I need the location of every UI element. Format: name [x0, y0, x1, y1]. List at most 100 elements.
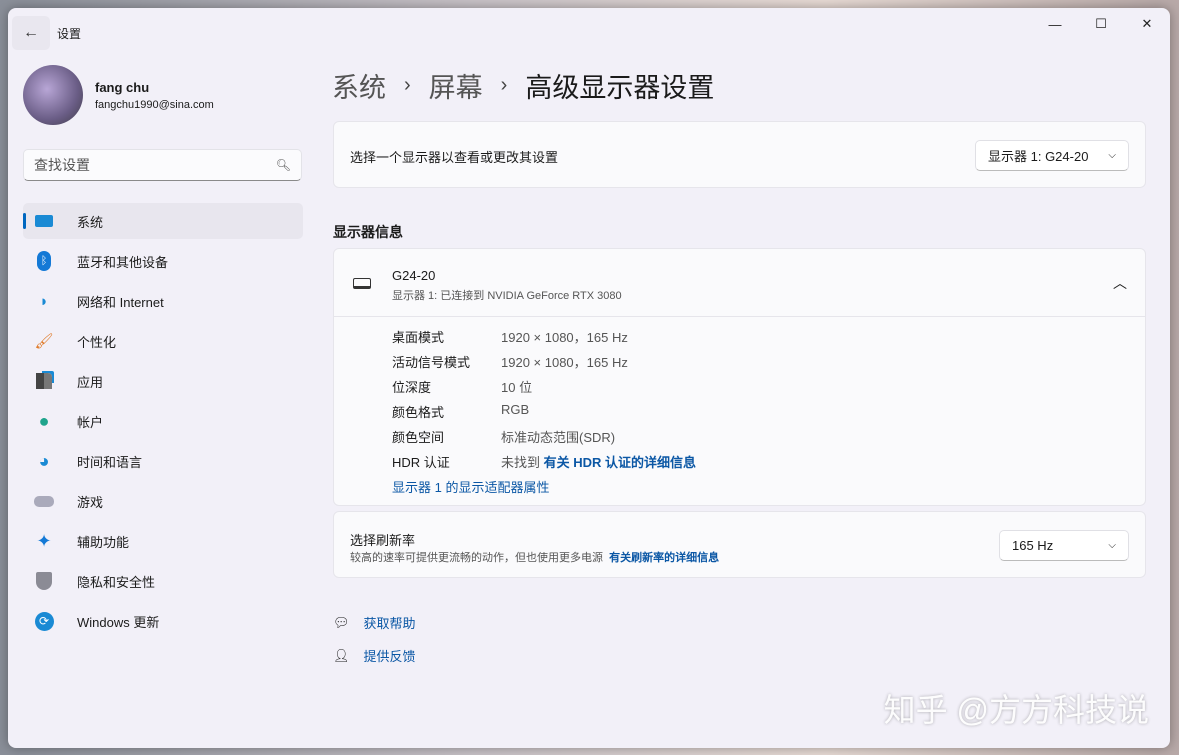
select-display-label: 选择一个显示器以查看或更改其设置	[350, 147, 558, 166]
sidebar-item-time-language[interactable]: ◕ 时间和语言	[23, 443, 303, 479]
chevron-down-icon: ⌵	[1108, 150, 1116, 161]
info-key: 颜色空间	[392, 427, 501, 452]
chevron-right-icon: ›	[501, 74, 508, 97]
info-key: 颜色格式	[392, 402, 501, 427]
globe-clock-icon: ◕	[34, 451, 54, 471]
accessibility-icon: ✦	[34, 531, 54, 551]
minimize-button[interactable]: —	[1032, 8, 1078, 40]
display-name: G24-20	[392, 268, 435, 283]
breadcrumb-display[interactable]: 屏幕	[429, 66, 483, 105]
sidebar-item-label: 帐户	[77, 412, 103, 431]
breadcrumb: 系统 › 屏幕 › 高级显示器设置	[332, 66, 714, 105]
info-value: 标准动态范围(SDR)	[501, 427, 615, 452]
chevron-down-icon: ⌵	[1108, 540, 1116, 551]
display-info-rows: 桌面模式1920 × 1080，165 Hz 活动信号模式1920 × 1080…	[392, 327, 696, 502]
info-row: 颜色空间标准动态范围(SDR)	[392, 427, 696, 452]
sidebar-item-gaming[interactable]: 游戏	[23, 483, 303, 519]
display-info-header[interactable]: G24-20 显示器 1: 已连接到 NVIDIA GeForce RTX 30…	[334, 249, 1145, 317]
get-help-label: 获取帮助	[364, 613, 416, 632]
info-key: 活动信号模式	[392, 352, 501, 377]
search-icon: 🔍︎	[276, 158, 291, 172]
search-input[interactable]: 查找设置 🔍︎	[23, 149, 302, 181]
maximize-button[interactable]: ☐	[1078, 8, 1124, 40]
info-value: RGB	[501, 402, 529, 427]
sidebar-item-label: 辅助功能	[77, 532, 129, 551]
info-value: 1920 × 1080，165 Hz	[501, 352, 628, 377]
sidebar-item-label: 系统	[77, 212, 103, 231]
sidebar-item-network[interactable]: ◗ 网络和 Internet	[23, 283, 303, 319]
avatar[interactable]	[23, 65, 83, 125]
help-icon: 💬︎	[333, 615, 350, 631]
sidebar-item-apps[interactable]: 应用	[23, 363, 303, 399]
sidebar-item-label: 个性化	[77, 332, 116, 351]
display-info-heading: 显示器信息	[333, 222, 403, 242]
info-row: HDR 认证未找到 有关 HDR 认证的详细信息	[392, 452, 696, 477]
close-button[interactable]: ✕	[1124, 8, 1170, 40]
chevron-up-icon: ︿	[1113, 273, 1127, 293]
sidebar-item-accounts[interactable]: ● 帐户	[23, 403, 303, 439]
refresh-rate-value: 165 Hz	[1012, 538, 1053, 553]
user-email: fangchu1990@sina.com	[95, 99, 214, 111]
sidebar-item-label: 游戏	[77, 492, 103, 511]
sidebar-item-label: 蓝牙和其他设备	[77, 252, 168, 271]
laptop-icon	[353, 278, 371, 289]
page-title: 高级显示器设置	[525, 66, 714, 105]
info-key: 位深度	[392, 377, 501, 402]
sidebar-item-label: 时间和语言	[77, 452, 142, 471]
app-title: 设置	[57, 25, 81, 42]
settings-window: ← 设置 — ☐ ✕ fang chu fangchu1990@sina.com…	[8, 8, 1170, 748]
breadcrumb-system[interactable]: 系统	[332, 66, 386, 105]
sidebar-item-accessibility[interactable]: ✦ 辅助功能	[23, 523, 303, 559]
info-key: HDR 认证	[392, 452, 501, 477]
monitor-icon	[34, 211, 54, 231]
person-icon: ●	[34, 411, 54, 431]
sidebar-item-label: 网络和 Internet	[77, 292, 164, 311]
sidebar-item-system[interactable]: 系统	[23, 203, 303, 239]
update-icon: ⟳	[34, 611, 54, 631]
refresh-rate-title: 选择刷新率	[350, 530, 415, 549]
info-value: 未找到	[501, 452, 540, 477]
brush-icon: 🖌︎	[34, 331, 54, 351]
sidebar-item-label: Windows 更新	[77, 612, 159, 631]
user-name: fang chu	[95, 80, 149, 95]
display-subtitle: 显示器 1: 已连接到 NVIDIA GeForce RTX 3080	[392, 287, 622, 303]
display-info-card: G24-20 显示器 1: 已连接到 NVIDIA GeForce RTX 30…	[333, 248, 1146, 506]
select-display-card: 选择一个显示器以查看或更改其设置 显示器 1: G24-20 ⌵	[333, 121, 1146, 188]
sidebar-item-windows-update[interactable]: ⟳ Windows 更新	[23, 603, 303, 639]
arrow-left-icon: ←	[23, 24, 39, 42]
info-row: 位深度10 位	[392, 377, 696, 402]
wifi-icon: ◗	[34, 291, 54, 311]
info-row: 活动信号模式1920 × 1080，165 Hz	[392, 352, 696, 377]
display-select-value: 显示器 1: G24-20	[988, 146, 1088, 165]
info-row: 颜色格式RGB	[392, 402, 696, 427]
adapter-properties-link[interactable]: 显示器 1 的显示适配器属性	[392, 477, 549, 502]
refresh-rate-desc: 较高的速率可提供更流畅的动作，但也使用更多电源	[350, 552, 603, 564]
feedback-icon: 👤︎	[333, 648, 350, 664]
feedback-link[interactable]: 👤︎ 提供反馈	[333, 646, 416, 665]
info-value: 10 位	[501, 377, 532, 402]
apps-icon	[34, 371, 54, 391]
refresh-rate-select[interactable]: 165 Hz ⌵	[999, 530, 1129, 561]
chevron-right-icon: ›	[404, 74, 411, 97]
sidebar-item-bluetooth[interactable]: ᛒ 蓝牙和其他设备	[23, 243, 303, 279]
hdr-details-link[interactable]: 有关 HDR 认证的详细信息	[544, 452, 696, 477]
refresh-rate-details-link[interactable]: 有关刷新率的详细信息	[609, 552, 719, 564]
watermark: 知乎 @方方科技说	[884, 685, 1149, 731]
back-button[interactable]: ←	[12, 16, 50, 50]
sidebar-item-personalization[interactable]: 🖌︎ 个性化	[23, 323, 303, 359]
info-row: 显示器 1 的显示适配器属性	[392, 477, 696, 502]
sidebar-item-label: 隐私和安全性	[77, 572, 155, 591]
sidebar-item-privacy[interactable]: 隐私和安全性	[23, 563, 303, 599]
gamepad-icon	[34, 491, 54, 511]
feedback-label: 提供反馈	[364, 646, 416, 665]
display-select[interactable]: 显示器 1: G24-20 ⌵	[975, 140, 1129, 171]
info-value: 1920 × 1080，165 Hz	[501, 327, 628, 352]
shield-icon	[34, 571, 54, 591]
info-key: 桌面模式	[392, 327, 501, 352]
search-placeholder: 查找设置	[34, 155, 90, 175]
sidebar-item-label: 应用	[77, 372, 103, 391]
bluetooth-icon: ᛒ	[34, 251, 54, 271]
get-help-link[interactable]: 💬︎ 获取帮助	[333, 613, 416, 632]
info-row: 桌面模式1920 × 1080，165 Hz	[392, 327, 696, 352]
sidebar-nav: 系统 ᛒ 蓝牙和其他设备 ◗ 网络和 Internet 🖌︎ 个性化 应用 ● 帐户 ◕…	[23, 203, 303, 643]
